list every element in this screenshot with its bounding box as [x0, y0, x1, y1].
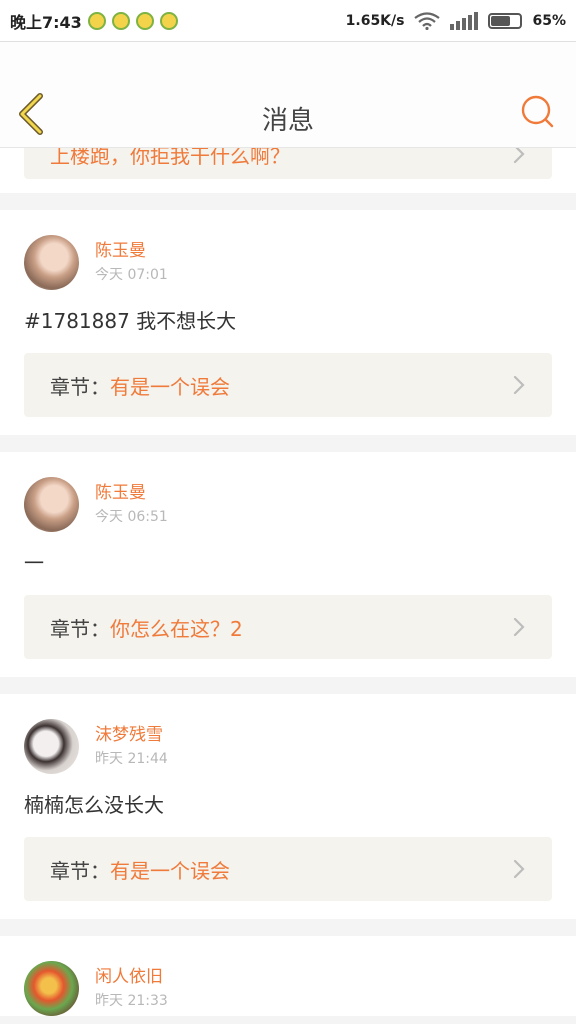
- author-meta: 陈玉曼 今天 07:01: [95, 239, 168, 285]
- avatar[interactable]: [24, 718, 79, 774]
- battery-icon: [488, 12, 523, 29]
- message-card: 闲人依旧 昨天 21:33: [0, 936, 576, 1016]
- chapter-title: 有是一个误会: [110, 374, 230, 399]
- chapter-title: 上楼跑，你拒我干什么啊？: [50, 148, 290, 168]
- avatar[interactable]: [24, 960, 79, 1016]
- battery-fill: [491, 15, 510, 26]
- chevron-right-icon: [513, 859, 525, 879]
- chevron-right-icon: [513, 617, 525, 637]
- author-row: 沫梦残雪 昨天 21:44: [24, 694, 552, 774]
- author-name[interactable]: 陈玉曼: [95, 481, 168, 505]
- chevron-right-icon: [513, 148, 525, 164]
- chapter-label: 章节：: [50, 374, 110, 399]
- message-card: 沫梦残雪 昨天 21:44 楠楠怎么没长大 章节： 有是一个误会: [0, 694, 576, 919]
- notification-icon: [87, 11, 106, 30]
- message-card: 上楼跑，你拒我干什么啊？: [0, 148, 576, 193]
- chapter-label: 章节：: [50, 858, 110, 883]
- message-card: 陈玉曼 今天 06:51 一 章节： 你怎么在这？2: [0, 452, 576, 677]
- card-spacer: [24, 659, 552, 677]
- notification-icon: [135, 11, 154, 30]
- chapter-label: 章节：: [50, 616, 110, 641]
- chapter-title: 你怎么在这？2: [110, 616, 243, 641]
- signal-icon: [450, 11, 479, 30]
- message-time: 今天 07:01: [95, 267, 168, 283]
- chapter-link[interactable]: 上楼跑，你拒我干什么啊？: [24, 148, 552, 179]
- author-meta: 沫梦残雪 昨天 21:44: [95, 723, 168, 769]
- author-name[interactable]: 陈玉曼: [95, 239, 168, 263]
- author-name[interactable]: 闲人依旧: [95, 965, 168, 989]
- author-row: 陈玉曼 今天 07:01: [24, 210, 552, 290]
- card-spacer: [24, 901, 552, 919]
- search-icon[interactable]: [520, 94, 554, 128]
- status-bar: 晚上7:43 1.65K/s 65%: [0, 0, 576, 42]
- avatar[interactable]: [24, 234, 79, 290]
- battery-percent: 65%: [532, 12, 566, 29]
- message-content: #1781887 我不想长大: [24, 309, 237, 333]
- status-left: 晚上7:43: [10, 9, 178, 33]
- notification-icon: [111, 11, 130, 30]
- author-meta: 闲人依旧 昨天 21:33: [95, 965, 168, 1011]
- author-name[interactable]: 沫梦残雪: [95, 723, 168, 747]
- chapter-link[interactable]: 章节： 有是一个误会: [24, 353, 552, 417]
- chapter-link[interactable]: 章节： 你怎么在这？2: [24, 595, 552, 659]
- page-title: 消息: [261, 106, 314, 136]
- author-row: 闲人依旧 昨天 21:33: [24, 936, 552, 1016]
- status-time: 晚上7:43: [10, 12, 82, 32]
- navigation-bar: 消息: [0, 42, 576, 148]
- message-feed[interactable]: 上楼跑，你拒我干什么啊？ 陈玉曼 今天 07:01 #1781887 我不想长大…: [0, 148, 576, 1024]
- message-time: 昨天 21:44: [95, 751, 168, 767]
- message-card: 陈玉曼 今天 07:01 #1781887 我不想长大 章节： 有是一个误会: [0, 210, 576, 435]
- message-content: 楠楠怎么没长大: [24, 793, 164, 817]
- author-row: 陈玉曼 今天 06:51: [24, 452, 552, 532]
- message-content: 一: [24, 551, 44, 575]
- chapter-link[interactable]: 章节： 有是一个误会: [24, 837, 552, 901]
- chevron-right-icon: [513, 375, 525, 395]
- message-time: 今天 06:51: [95, 509, 168, 525]
- message-time: 昨天 21:33: [95, 993, 168, 1009]
- notification-icon: [159, 11, 178, 30]
- avatar[interactable]: [24, 476, 79, 532]
- network-speed: 1.65K/s: [345, 12, 405, 29]
- card-spacer: [24, 417, 552, 435]
- wifi-icon: [414, 11, 441, 30]
- chapter-title: 有是一个误会: [110, 858, 230, 883]
- author-meta: 陈玉曼 今天 06:51: [95, 481, 168, 527]
- status-right: 1.65K/s 65%: [345, 11, 566, 30]
